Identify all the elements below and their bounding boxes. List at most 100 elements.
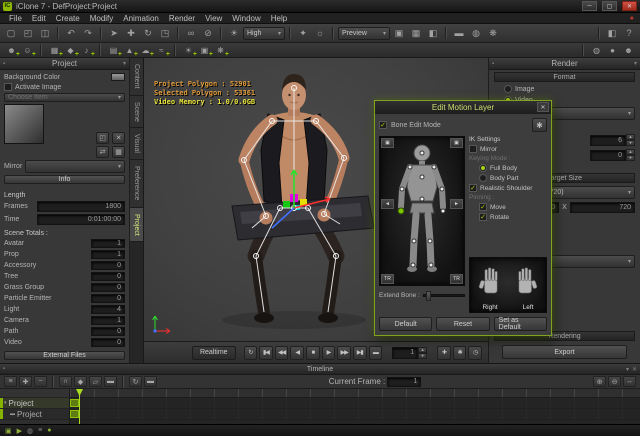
render-option-field-2[interactable]: 0	[590, 150, 626, 161]
create-accessory-button[interactable]: ◆	[64, 44, 77, 56]
picker-camera-left-button[interactable]: ▣	[381, 138, 394, 148]
translate-rotate-right-button[interactable]: TR	[450, 274, 463, 284]
image-radio[interactable]	[504, 85, 512, 93]
timeline-collapse-icon[interactable]: ▾	[626, 366, 629, 373]
menu-view[interactable]: View	[200, 14, 227, 23]
bone-edit-mode-checkbox[interactable]	[379, 121, 387, 129]
titlebar[interactable]: iC iClone 7 - DefProject:Project ─ ▢ ✕	[0, 0, 640, 13]
tab-visual[interactable]: Visual	[130, 128, 143, 160]
menu-create[interactable]: Create	[51, 14, 85, 23]
timeline-zoom-fit-button[interactable]: ↔	[623, 376, 636, 387]
live-record-icon[interactable]: ●	[630, 15, 634, 22]
mannequin-figure[interactable]	[380, 137, 464, 285]
status-record-icon[interactable]: ●	[47, 427, 51, 434]
tab-project[interactable]: Project	[130, 208, 143, 243]
dialog-close-button[interactable]: ✕	[537, 102, 549, 112]
go-start-button[interactable]: ▮◀	[259, 346, 273, 360]
translate-rotate-left-button[interactable]: TR	[381, 274, 394, 284]
export-button[interactable]: Export	[502, 345, 627, 359]
current-frame-field[interactable]: 1	[387, 377, 421, 387]
picker-left-hand-button[interactable]: ◄	[381, 199, 394, 209]
mirror-checkbox[interactable]	[469, 145, 477, 153]
camera-view-button[interactable]: ▣	[391, 26, 407, 41]
rotate-tool-button[interactable]: ↻	[140, 26, 156, 41]
render-video-button[interactable]: ▬	[451, 26, 467, 41]
screen-mode-button[interactable]: ◧	[604, 26, 620, 41]
record-button[interactable]: ●	[606, 44, 619, 56]
timeline-grid[interactable]	[70, 389, 640, 424]
panel-pin-icon[interactable]: ▪	[492, 61, 494, 67]
create-avatar-button[interactable]: ☻	[5, 44, 18, 56]
hand-picker[interactable]: Right Left	[469, 257, 547, 313]
menu-modify[interactable]: Modify	[85, 14, 119, 23]
frames-field[interactable]: 1800	[37, 201, 125, 212]
create-head-button[interactable]: ☺	[21, 44, 34, 56]
body-part-radio[interactable]	[479, 174, 487, 182]
undo-button[interactable]: ↶	[63, 26, 79, 41]
film-preview-button[interactable]: ▬	[369, 346, 383, 360]
swap-image-button[interactable]: ⇄	[96, 146, 109, 158]
menu-animation[interactable]: Animation	[118, 14, 164, 23]
render-option-field-1[interactable]: 6	[590, 135, 626, 146]
menu-file[interactable]: File	[4, 14, 27, 23]
clip-segment[interactable]	[70, 410, 79, 418]
scale-tool-button[interactable]: ◳	[157, 26, 173, 41]
fast-forward-button[interactable]: ▶▶	[337, 346, 351, 360]
track-lane[interactable]	[70, 409, 640, 420]
reset-button[interactable]: Reset	[436, 317, 489, 331]
create-water-button[interactable]: ≈	[155, 44, 168, 56]
dialog-titlebar[interactable]: Edit Motion Layer ✕	[375, 101, 551, 114]
remove-track-button[interactable]: −	[34, 376, 47, 387]
mirror-dropdown[interactable]: ▾	[25, 160, 125, 173]
create-terrain-button[interactable]: ▲	[123, 44, 136, 56]
effects-button[interactable]: ✦	[295, 26, 311, 41]
timeline-film-button[interactable]: ▬	[144, 376, 157, 387]
realtime-button[interactable]: Realtime	[192, 346, 236, 360]
user-account-button[interactable]: ☻	[622, 44, 635, 56]
timeline-loop-button[interactable]: ↻	[129, 376, 142, 387]
split-view-button[interactable]: ◧	[425, 26, 441, 41]
timeline-zoom-in-button[interactable]: ⊕	[593, 376, 606, 387]
menu-window[interactable]: Window	[227, 14, 265, 23]
redo-button[interactable]: ↷	[80, 26, 96, 41]
background-image-thumbnail[interactable]	[4, 104, 44, 144]
menu-edit[interactable]: Edit	[27, 14, 51, 23]
realistic-shoulder-checkbox[interactable]	[469, 184, 477, 192]
default-button[interactable]: Default	[379, 317, 432, 331]
grid-toggle-button[interactable]: ▦	[408, 26, 424, 41]
picker-right-hand-button[interactable]: ►	[450, 199, 463, 209]
transition-button[interactable]: ▱	[89, 376, 102, 387]
create-scene-button[interactable]: ▤	[107, 44, 120, 56]
picker-camera-right-button[interactable]: ▣	[450, 138, 463, 148]
lighting-icon[interactable]: ☀	[226, 26, 242, 41]
panel-collapse-icon[interactable]: ▾	[634, 60, 637, 67]
world-settings-button[interactable]: ◍	[590, 44, 603, 56]
timeline-zoom-out-button[interactable]: ⊖	[608, 376, 621, 387]
time-mode-button[interactable]: ◷	[468, 346, 482, 360]
status-play-icon[interactable]: ▶	[17, 427, 22, 435]
timeline-header[interactable]: ▪ Timeline ▾ ✕	[0, 364, 640, 375]
create-camera-button[interactable]: ▣	[198, 44, 211, 56]
motion-settings-button[interactable]: ✱	[532, 118, 547, 132]
extend-bone-slider[interactable]	[423, 294, 465, 297]
help-button[interactable]: ?	[621, 26, 637, 41]
pin-move-checkbox[interactable]	[479, 203, 487, 211]
visual-effect-button[interactable]: ❋	[485, 26, 501, 41]
step-back-button[interactable]: ◀	[290, 346, 304, 360]
remove-image-button[interactable]: ✕	[112, 132, 125, 144]
timeline-close-icon[interactable]: ✕	[632, 366, 637, 373]
track-list-button[interactable]: ≡	[4, 376, 17, 387]
info-button[interactable]: Info	[4, 175, 125, 184]
minimize-button[interactable]: ─	[582, 1, 597, 11]
render-panel-header[interactable]: ▪ Render ▾	[489, 58, 640, 70]
menu-help[interactable]: Help	[266, 14, 292, 23]
close-button[interactable]: ✕	[622, 1, 637, 11]
height-field[interactable]: 720	[570, 202, 635, 213]
set-as-default-button[interactable]: Set as Default	[494, 317, 547, 331]
body-part-picker[interactable]: ▣ ▣ ◄ ► TR TR	[379, 136, 465, 286]
panel-pin-icon[interactable]: ▪	[3, 366, 5, 372]
ambient-light-button[interactable]: ☼	[312, 26, 328, 41]
time-field[interactable]: 0:01:00:00	[37, 214, 125, 225]
rewind-button[interactable]: ◀◀	[275, 346, 289, 360]
open-project-button[interactable]: ◰	[20, 26, 36, 41]
